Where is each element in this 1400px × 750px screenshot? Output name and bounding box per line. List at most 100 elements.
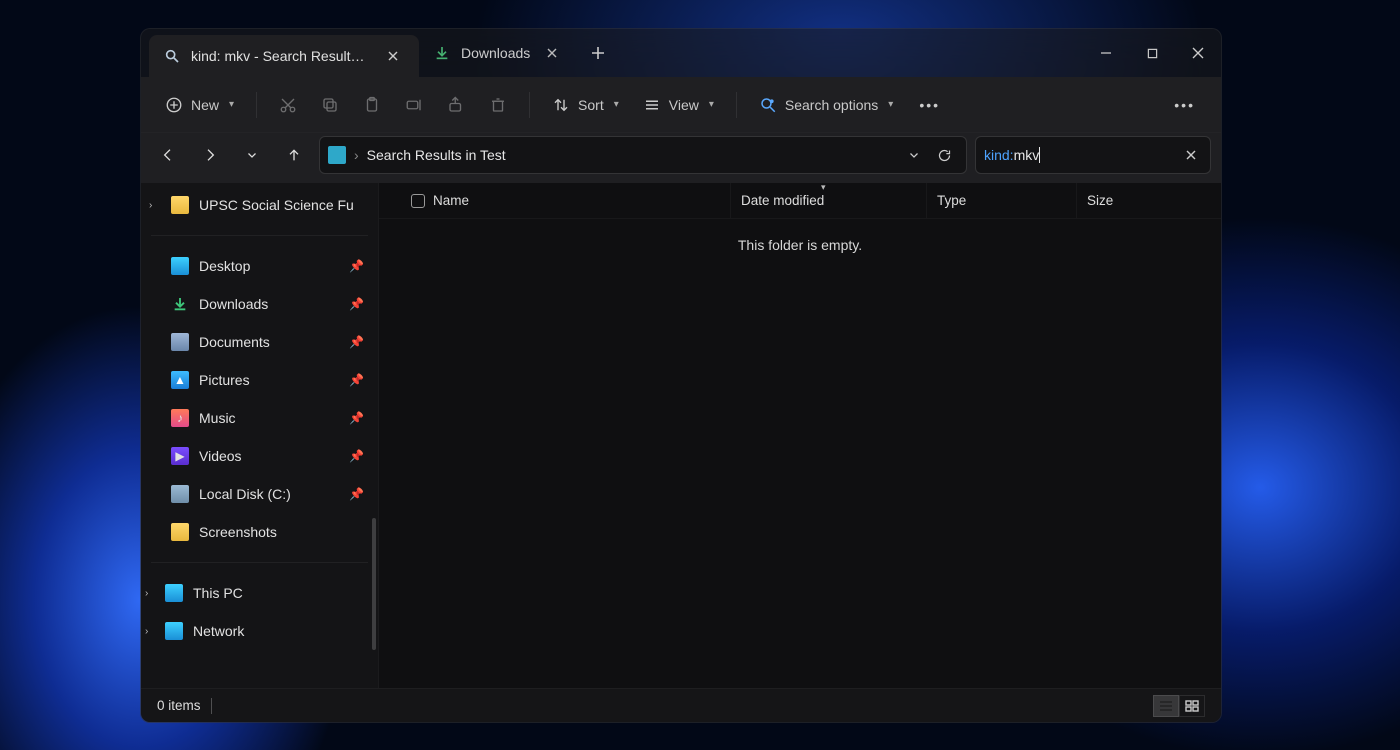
view-icon: [643, 96, 661, 114]
share-icon: [447, 96, 465, 114]
new-tab-button[interactable]: [578, 29, 618, 77]
details-view-button[interactable]: [1153, 695, 1179, 717]
column-header-name[interactable]: Name: [379, 183, 731, 218]
sidebar-item-videos[interactable]: ▶ Videos 📌: [141, 438, 378, 474]
search-input[interactable]: kind: mkv: [975, 136, 1211, 174]
view-label: View: [669, 97, 699, 113]
window-controls: [1083, 29, 1221, 77]
pin-icon: 📌: [349, 297, 364, 311]
sidebar-item-this-pc[interactable]: › This PC: [141, 575, 378, 611]
copy-button[interactable]: [311, 87, 349, 123]
sidebar-item-label: Downloads: [199, 296, 268, 312]
expand-icon[interactable]: ›: [145, 588, 148, 599]
chevron-down-icon: ▾: [614, 99, 619, 110]
share-button[interactable]: [437, 87, 475, 123]
more-icon: •••: [1174, 97, 1195, 113]
search-options-icon: [759, 96, 777, 114]
delete-button[interactable]: [479, 87, 517, 123]
column-header-date[interactable]: ▾ Date modified: [731, 183, 927, 218]
maximize-button[interactable]: [1129, 29, 1175, 77]
sidebar-separator: [151, 562, 368, 563]
breadcrumb-separator: ›: [354, 147, 359, 163]
music-icon: ♪: [171, 409, 189, 427]
titlebar: kind: mkv - Search Results in Downloads: [141, 29, 1221, 77]
cut-icon: [279, 96, 297, 114]
sidebar-scrollbar[interactable]: [372, 518, 376, 650]
network-icon: [165, 622, 183, 640]
toolbar-divider: [529, 92, 530, 118]
search-options-button[interactable]: Search options ▾: [749, 87, 903, 123]
thumbnails-view-button[interactable]: [1179, 695, 1205, 717]
toolbar-divider: [256, 92, 257, 118]
expand-icon[interactable]: ›: [149, 200, 152, 211]
refresh-button[interactable]: [930, 141, 958, 169]
tab-search-results[interactable]: kind: mkv - Search Results in: [149, 35, 419, 77]
location-icon: [328, 146, 346, 164]
search-options-label: Search options: [785, 97, 878, 113]
address-bar[interactable]: › Search Results in Test: [319, 136, 967, 174]
column-header-size[interactable]: Size: [1077, 183, 1187, 218]
sidebar-item-label: Desktop: [199, 258, 250, 274]
column-header-type[interactable]: Type: [927, 183, 1077, 218]
column-label: Size: [1087, 193, 1113, 208]
pin-icon: 📌: [349, 259, 364, 273]
sidebar-item-label: Music: [199, 410, 236, 426]
sidebar-item-pictures[interactable]: ▲ Pictures 📌: [141, 362, 378, 398]
cut-button[interactable]: [269, 87, 307, 123]
more-button[interactable]: •••: [1162, 87, 1207, 123]
sidebar-item-local-disk[interactable]: Local Disk (C:) 📌: [141, 476, 378, 512]
expand-icon[interactable]: ›: [145, 626, 148, 637]
rename-button[interactable]: [395, 87, 433, 123]
recent-locations-button[interactable]: [235, 138, 269, 172]
breadcrumb-text: Search Results in Test: [367, 147, 506, 163]
forward-button[interactable]: [193, 138, 227, 172]
tab-label: Downloads: [461, 45, 530, 61]
minimize-button[interactable]: [1083, 29, 1129, 77]
sidebar-item-folder[interactable]: › UPSC Social Science Fu: [141, 187, 378, 223]
paste-button[interactable]: [353, 87, 391, 123]
chevron-down-icon: ▾: [888, 99, 893, 110]
content-pane: Name ▾ Date modified Type Size This fold…: [379, 183, 1221, 688]
status-separator: [211, 698, 212, 714]
sidebar-item-label: Network: [193, 623, 244, 639]
file-explorer-window: kind: mkv - Search Results in Downloads: [140, 28, 1222, 723]
select-all-checkbox[interactable]: [411, 194, 425, 208]
folder-icon: [171, 523, 189, 541]
close-button[interactable]: [1175, 29, 1221, 77]
chevron-down-icon: ▾: [709, 99, 714, 110]
sidebar-item-network[interactable]: › Network: [141, 613, 378, 649]
more-dots-icon: •••: [919, 97, 940, 113]
close-search-button[interactable]: •••: [907, 87, 952, 123]
empty-folder-message: This folder is empty.: [379, 219, 1221, 253]
paste-icon: [363, 96, 381, 114]
tab-label: kind: mkv - Search Results in: [191, 48, 371, 64]
sort-button[interactable]: Sort ▾: [542, 87, 629, 123]
sort-label: Sort: [578, 97, 604, 113]
new-button[interactable]: New ▾: [155, 87, 244, 123]
sidebar-item-label: Local Disk (C:): [199, 486, 291, 502]
sidebar-item-desktop[interactable]: Desktop 📌: [141, 248, 378, 284]
explorer-body: › UPSC Social Science Fu Desktop 📌 Downl…: [141, 183, 1221, 688]
documents-icon: [171, 333, 189, 351]
toolbar: New ▾ Sort ▾ View ▾ Search options ▾ •••: [141, 77, 1221, 133]
search-term: mkv: [1014, 147, 1040, 163]
new-label: New: [191, 97, 219, 113]
navigation-pane: › UPSC Social Science Fu Desktop 📌 Downl…: [141, 183, 379, 688]
sidebar-item-documents[interactable]: Documents 📌: [141, 324, 378, 360]
address-row: › Search Results in Test kind: mkv: [141, 133, 1221, 183]
back-button[interactable]: [151, 138, 185, 172]
pin-icon: 📌: [349, 335, 364, 349]
up-button[interactable]: [277, 138, 311, 172]
sort-indicator-icon: ▾: [821, 182, 826, 193]
sidebar-item-downloads[interactable]: Downloads 📌: [141, 286, 378, 322]
sidebar-item-music[interactable]: ♪ Music 📌: [141, 400, 378, 436]
tab-downloads[interactable]: Downloads: [419, 29, 578, 77]
pc-icon: [165, 584, 183, 602]
clear-search-button[interactable]: [1180, 144, 1202, 166]
tab-close-button[interactable]: [540, 41, 564, 65]
column-label: Name: [433, 193, 469, 208]
address-history-button[interactable]: [900, 141, 928, 169]
sidebar-item-screenshots[interactable]: Screenshots: [141, 514, 378, 550]
tab-close-button[interactable]: [381, 44, 405, 68]
view-button[interactable]: View ▾: [633, 87, 724, 123]
